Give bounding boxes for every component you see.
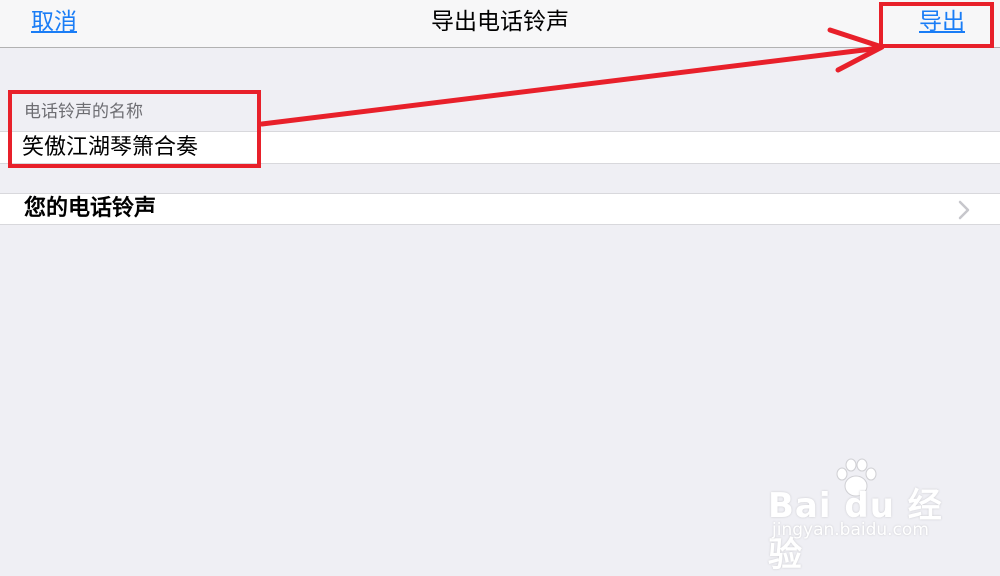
- name-field-highlight-box: [8, 90, 261, 168]
- page-title: 导出电话铃声: [431, 9, 569, 35]
- export-button-highlight-box: [879, 2, 994, 48]
- your-ringtones-row[interactable]: 您的电话铃声: [0, 193, 1000, 225]
- chevron-right-icon: [958, 200, 970, 220]
- baidu-jingyan-watermark: Bai du 经验 jingyan.baidu.com: [768, 458, 958, 575]
- watermark-url: jingyan.baidu.com: [772, 520, 929, 540]
- your-ringtones-label: 您的电话铃声: [24, 196, 157, 221]
- navigation-bar: 取消 导出电话铃声 导出: [0, 0, 1000, 48]
